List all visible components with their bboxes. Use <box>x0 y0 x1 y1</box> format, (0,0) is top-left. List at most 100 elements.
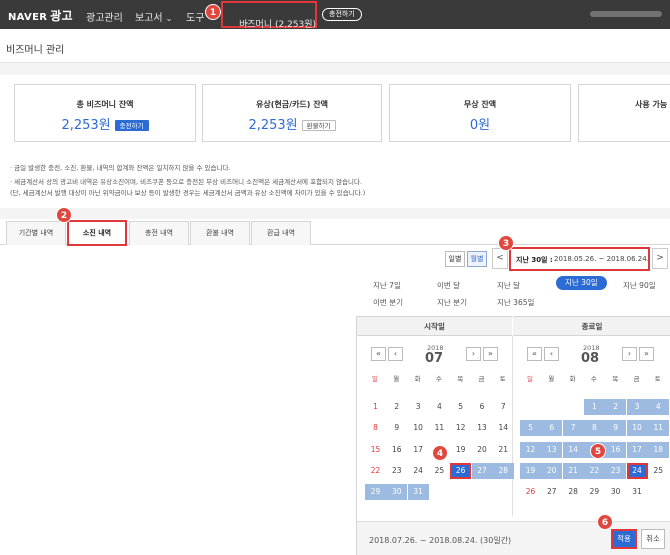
left-last-button[interactable]: » <box>483 347 498 361</box>
refund-button[interactable]: 환불하기 <box>301 120 336 131</box>
calendar-day[interactable]: 9 <box>386 420 407 436</box>
daily-toggle[interactable]: 일별 <box>445 251 465 267</box>
calendar-day[interactable]: 12 <box>520 441 541 458</box>
calendar-day[interactable]: 13 <box>541 441 563 458</box>
calendar-day[interactable]: 19 <box>520 462 541 479</box>
calendar-day[interactable]: 3 <box>626 399 648 415</box>
card-charge-button[interactable]: 충전하기 <box>114 120 149 131</box>
calendar-day[interactable]: 22 <box>365 463 386 479</box>
calendar-day[interactable]: 7 <box>493 399 514 415</box>
left-first-button[interactable]: « <box>371 347 386 361</box>
calendar-day[interactable]: 4 <box>429 399 450 415</box>
page-title: 비즈머니 관리 <box>6 45 65 56</box>
right-next-button[interactable]: › <box>622 347 637 361</box>
calendar-day[interactable]: 16 <box>386 442 407 458</box>
calendar-day[interactable]: 17 <box>626 441 648 458</box>
calendar-day[interactable]: 9 <box>605 420 627 437</box>
calendar-day[interactable]: 26 <box>450 462 472 479</box>
calendar-day[interactable]: 6 <box>541 420 563 437</box>
preset-last-365-days[interactable]: 지난 365일 <box>497 297 534 308</box>
left-calendar-month: 07 <box>425 351 444 366</box>
tab-return-history[interactable]: 환급 내역 <box>251 221 311 245</box>
period-selector[interactable]: 지난 30일 : 2018.05.26. ~ 2018.06.24. <box>509 247 650 271</box>
nav-tools[interactable]: 도구 <box>186 9 204 24</box>
calendar-day[interactable]: 29 <box>584 484 605 500</box>
calendar-day[interactable]: 8 <box>365 420 386 436</box>
calendar-day[interactable]: 7 <box>562 420 584 437</box>
calendar-day[interactable]: 3 <box>408 399 429 415</box>
tab-refund-history[interactable]: 환불 내역 <box>190 221 250 245</box>
nav-biz-money[interactable]: 비즈머니 (2,253원) ⌄ <box>221 1 317 30</box>
preset-this-quarter[interactable]: 이번 분기 <box>373 297 403 308</box>
blurred-user-account[interactable] <box>590 11 662 17</box>
preset-last-90-days[interactable]: 지난 90일 <box>623 280 656 291</box>
nav-ad-management[interactable]: 광고관리 <box>86 9 123 24</box>
calendar-day[interactable]: 22 <box>583 462 605 479</box>
calendar-day[interactable]: 18 <box>647 441 669 458</box>
calendar-day[interactable]: 14 <box>493 420 514 436</box>
calendar-day[interactable]: 27 <box>541 484 562 500</box>
calendar-day[interactable]: 31 <box>407 484 429 501</box>
nav-reports[interactable]: 보고서 ⌄ <box>135 9 172 24</box>
calendar-day[interactable]: 2 <box>386 399 407 415</box>
calendar-day[interactable]: 8 <box>583 420 605 437</box>
naver-logo[interactable]: NAVER 광고 <box>8 7 73 24</box>
calendar-day[interactable]: 23 <box>605 462 627 479</box>
calendar-day[interactable]: 13 <box>472 420 493 436</box>
calendar-day[interactable]: 24 <box>626 462 648 479</box>
calendar-day[interactable]: 20 <box>541 462 563 479</box>
calendar-day[interactable]: 21 <box>493 442 514 458</box>
tab-charge-history[interactable]: 충전 내역 <box>129 221 189 245</box>
calendar-day[interactable]: 29 <box>365 484 386 501</box>
calendar-day[interactable]: 14 <box>562 441 584 458</box>
monthly-toggle[interactable]: 월별 <box>467 251 487 267</box>
calendar-day[interactable]: 15 <box>365 442 386 458</box>
calendar-day[interactable]: 25 <box>429 463 450 479</box>
calendar-day[interactable]: 26 <box>520 484 541 500</box>
tab-spend-history[interactable]: 소진 내역 <box>67 220 127 246</box>
calendar-day[interactable]: 20 <box>472 442 493 458</box>
calendar-day[interactable]: 28 <box>492 462 514 479</box>
preset-last-7-days[interactable]: 지난 7일 <box>373 280 401 291</box>
calendar-day[interactable]: 30 <box>386 484 408 501</box>
calendar-day[interactable]: 24 <box>408 463 429 479</box>
right-prev-button[interactable]: ‹ <box>544 347 559 361</box>
apply-button[interactable]: 적용 <box>611 529 637 549</box>
calendar-day[interactable]: 12 <box>450 420 471 436</box>
preset-this-month[interactable]: 이번 달 <box>437 280 460 291</box>
calendar-day[interactable]: 10 <box>408 420 429 436</box>
calendar-day[interactable]: 11 <box>647 420 669 437</box>
calendar-day[interactable]: 1 <box>365 399 386 415</box>
prev-period-button[interactable]: < <box>492 248 508 269</box>
calendar-day[interactable]: 1 <box>583 399 605 415</box>
calendar-day[interactable]: 2 <box>605 399 627 415</box>
calendar-day[interactable]: 5 <box>450 399 471 415</box>
calendar-day[interactable]: 27 <box>471 462 493 479</box>
calendar-day[interactable]: 31 <box>627 484 648 500</box>
calendar-day[interactable]: 30 <box>605 484 626 500</box>
calendar-day[interactable]: 25 <box>648 463 669 479</box>
preset-last-quarter[interactable]: 지난 분기 <box>437 297 467 308</box>
calendar-day[interactable]: 10 <box>626 420 648 437</box>
preset-last-month[interactable]: 지난 달 <box>497 280 520 291</box>
calendar-day[interactable]: 28 <box>563 484 584 500</box>
left-prev-button[interactable]: ‹ <box>388 347 403 361</box>
calendar-day[interactable]: 19 <box>450 442 471 458</box>
calendar-day[interactable]: 5 <box>520 420 541 437</box>
calendar-day[interactable]: 23 <box>386 463 407 479</box>
right-first-button[interactable]: « <box>527 347 542 361</box>
preset-last-30-days[interactable]: 지난 30일 <box>556 276 607 290</box>
calendar-day[interactable]: 4 <box>647 399 669 415</box>
next-period-button[interactable]: > <box>652 248 668 269</box>
top-charge-button[interactable]: 충전하기 <box>322 8 362 21</box>
calendar-day[interactable]: 21 <box>562 462 584 479</box>
calendar-day[interactable]: 16 <box>605 441 627 458</box>
left-next-button[interactable]: › <box>466 347 481 361</box>
calendar-day[interactable]: 6 <box>472 399 493 415</box>
cancel-button[interactable]: 취소 <box>641 529 665 549</box>
calendar-day[interactable]: 17 <box>408 442 429 458</box>
tab-period-history[interactable]: 기간별 내역 <box>6 221 66 245</box>
right-last-button[interactable]: » <box>639 347 654 361</box>
calendar-day[interactable]: 11 <box>429 420 450 436</box>
weekday-label: 금 <box>478 375 485 383</box>
